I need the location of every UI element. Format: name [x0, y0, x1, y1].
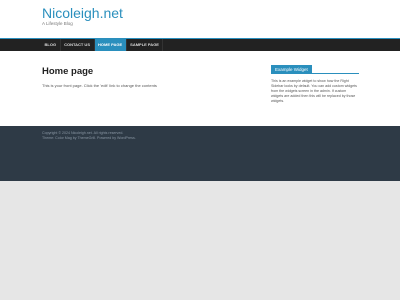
site-footer: Copyright © 2024 Nicoleigh.net. All righ…: [0, 126, 400, 181]
footer-credits: Theme: Color Mag by ThemeGrill. Powered …: [42, 136, 136, 140]
sidebar-widget: Example Widget This is an example widget…: [271, 65, 359, 104]
page-title: Home page: [42, 66, 94, 77]
widget-title: Example Widget: [271, 65, 312, 74]
widget-text: This is an example widget to show how th…: [271, 79, 357, 103]
site-header: Nicoleigh.net A Lifestyle Blog: [0, 0, 400, 38]
nav-item-blog[interactable]: BLOG: [41, 39, 61, 51]
nav-menu: BLOG CONTACT US HOME PAGE SAMPLE PAGE: [41, 39, 164, 51]
nav-item-home-page[interactable]: HOME PAGE: [94, 39, 127, 51]
page-body-text: This is your front page. Click the 'edit…: [42, 83, 157, 88]
nav-item-sample-page[interactable]: SAMPLE PAGE: [127, 39, 164, 51]
site-title[interactable]: Nicoleigh.net: [42, 5, 123, 21]
main-navigation: BLOG CONTACT US HOME PAGE SAMPLE PAGE: [0, 38, 400, 51]
site-description: A Lifestyle Blog: [42, 21, 73, 26]
nav-item-contact-us[interactable]: CONTACT US: [61, 39, 95, 51]
main-content: Home page This is your front page. Click…: [0, 51, 400, 126]
widget-title-bar: Example Widget: [271, 65, 359, 74]
